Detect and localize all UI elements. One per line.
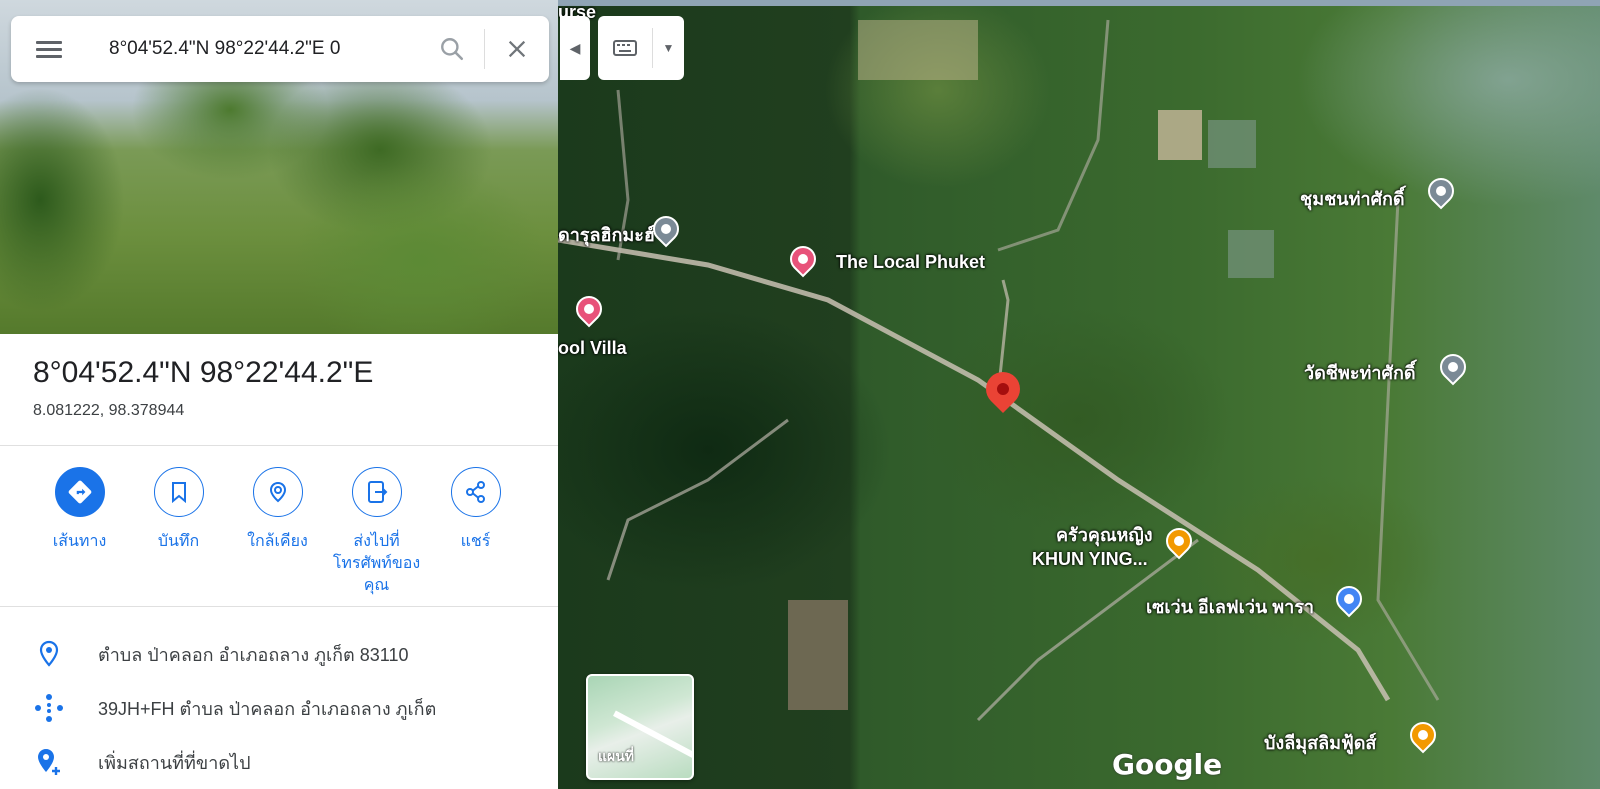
search-input[interactable] <box>87 16 420 82</box>
action-bar: เส้นทาง บันทึก ใกล้เคียง ส่งไปที่ โทรศัพ… <box>30 467 525 597</box>
nearby-label: ใกล้เคียง <box>247 533 308 550</box>
address-row[interactable]: ตำบล ป่าคลอก อำเภอถลาง ภูเก็ต 83110 <box>0 630 558 678</box>
share-icon <box>465 481 485 503</box>
plus-code-row[interactable]: 39JH+FH ตำบล ป่าคลอก อำเภอถลาง ภูเก็ต <box>0 684 558 732</box>
chevron-left-icon: ◀ <box>569 39 581 56</box>
send-to-phone-label-text: ส่งไปที่ โทรศัพท์ของ คุณ <box>332 533 421 594</box>
send-to-phone-label: ส่งไปที่ โทรศัพท์ของ คุณ <box>333 531 420 597</box>
add-missing-place-text: เพิ่มสถานที่ที่ขาดไป <box>98 752 251 773</box>
save-label: บันทึก <box>157 533 200 550</box>
layer-toggle-label: แผนที่ <box>598 748 635 764</box>
send-to-phone-icon <box>367 481 387 503</box>
directions-icon <box>68 480 91 504</box>
side-panel: 8°04'52.4"N 98°22'44.2"E 8.081222, 98.37… <box>0 0 558 789</box>
directions-label: เส้นทาง <box>52 533 107 550</box>
map-label-seven-eleven[interactable]: เซเว่น อีเลฟเว่น พารา <box>1146 592 1314 621</box>
hamburger-menu-icon <box>36 37 62 62</box>
nearby-button[interactable]: ใกล้เคียง <box>228 467 327 597</box>
map-label-community[interactable]: ชุมชนท่าศักดิ์ <box>1300 184 1405 213</box>
decimal-coordinates: 8.081222, 98.378944 <box>33 402 185 419</box>
collapse-panel-button[interactable]: ◀ <box>560 16 590 80</box>
map-label-restaurant-th[interactable]: ครัวคุณหญิง <box>1056 520 1153 549</box>
add-location-icon <box>38 749 60 775</box>
close-icon <box>508 40 526 58</box>
divider <box>0 445 558 446</box>
location-pin-icon <box>39 640 59 667</box>
page-title: 8°04'52.4"N 98°22'44.2"E <box>33 356 374 389</box>
plus-code-icon <box>35 694 63 722</box>
map-label-temple[interactable]: วัดชีพะท่าศักดิ์ <box>1304 358 1416 387</box>
map-label-pool-villa[interactable]: ool Villa <box>558 338 627 359</box>
add-missing-place-row[interactable]: เพิ่มสถานที่ที่ขาดไป <box>0 738 558 786</box>
divider <box>0 606 558 607</box>
save-button[interactable]: บันทึก <box>129 467 228 597</box>
clear-search-button[interactable] <box>485 16 549 82</box>
directions-button[interactable]: เส้นทาง <box>30 467 129 597</box>
bookmark-icon <box>171 482 186 503</box>
map-controls: ◀ ▼ <box>560 16 684 80</box>
map-label-mosque[interactable]: ดารุลฮิกมะฮ์ <box>558 220 655 249</box>
layer-toggle-button[interactable]: แผนที่ <box>586 674 694 780</box>
chevron-down-icon[interactable]: ▼ <box>652 28 684 68</box>
map-label-food-shop[interactable]: บังลีมุสลิมฟู้ดส์ <box>1264 728 1376 757</box>
map-label-restaurant-en[interactable]: KHUN YING... <box>1032 549 1148 570</box>
share-label: แชร์ <box>460 533 491 550</box>
send-to-phone-button[interactable]: ส่งไปที่ โทรศัพท์ของ คุณ <box>327 467 426 597</box>
google-logo: Google <box>1112 748 1223 781</box>
search-button[interactable] <box>420 16 484 82</box>
plus-code-text: 39JH+FH ตำบล ป่าคลอก อำเภอถลาง ภูเก็ต <box>98 698 437 719</box>
menu-button[interactable] <box>11 16 87 82</box>
keyboard-icon <box>598 40 652 56</box>
map-label-hotel[interactable]: The Local Phuket <box>836 252 985 273</box>
nearby-icon <box>269 481 286 503</box>
search-icon <box>441 38 464 61</box>
road-network <box>558 19 1440 722</box>
search-box <box>11 16 549 82</box>
address-text: ตำบล ป่าคลอก อำเภอถลาง ภูเก็ต 83110 <box>98 644 409 665</box>
share-button[interactable]: แชร์ <box>426 467 525 597</box>
map-canvas[interactable]: urse ดารุลฮิกมะฮ์ The Local Phuket ool V… <box>558 0 1600 789</box>
input-tools-button[interactable]: ▼ <box>598 16 684 80</box>
